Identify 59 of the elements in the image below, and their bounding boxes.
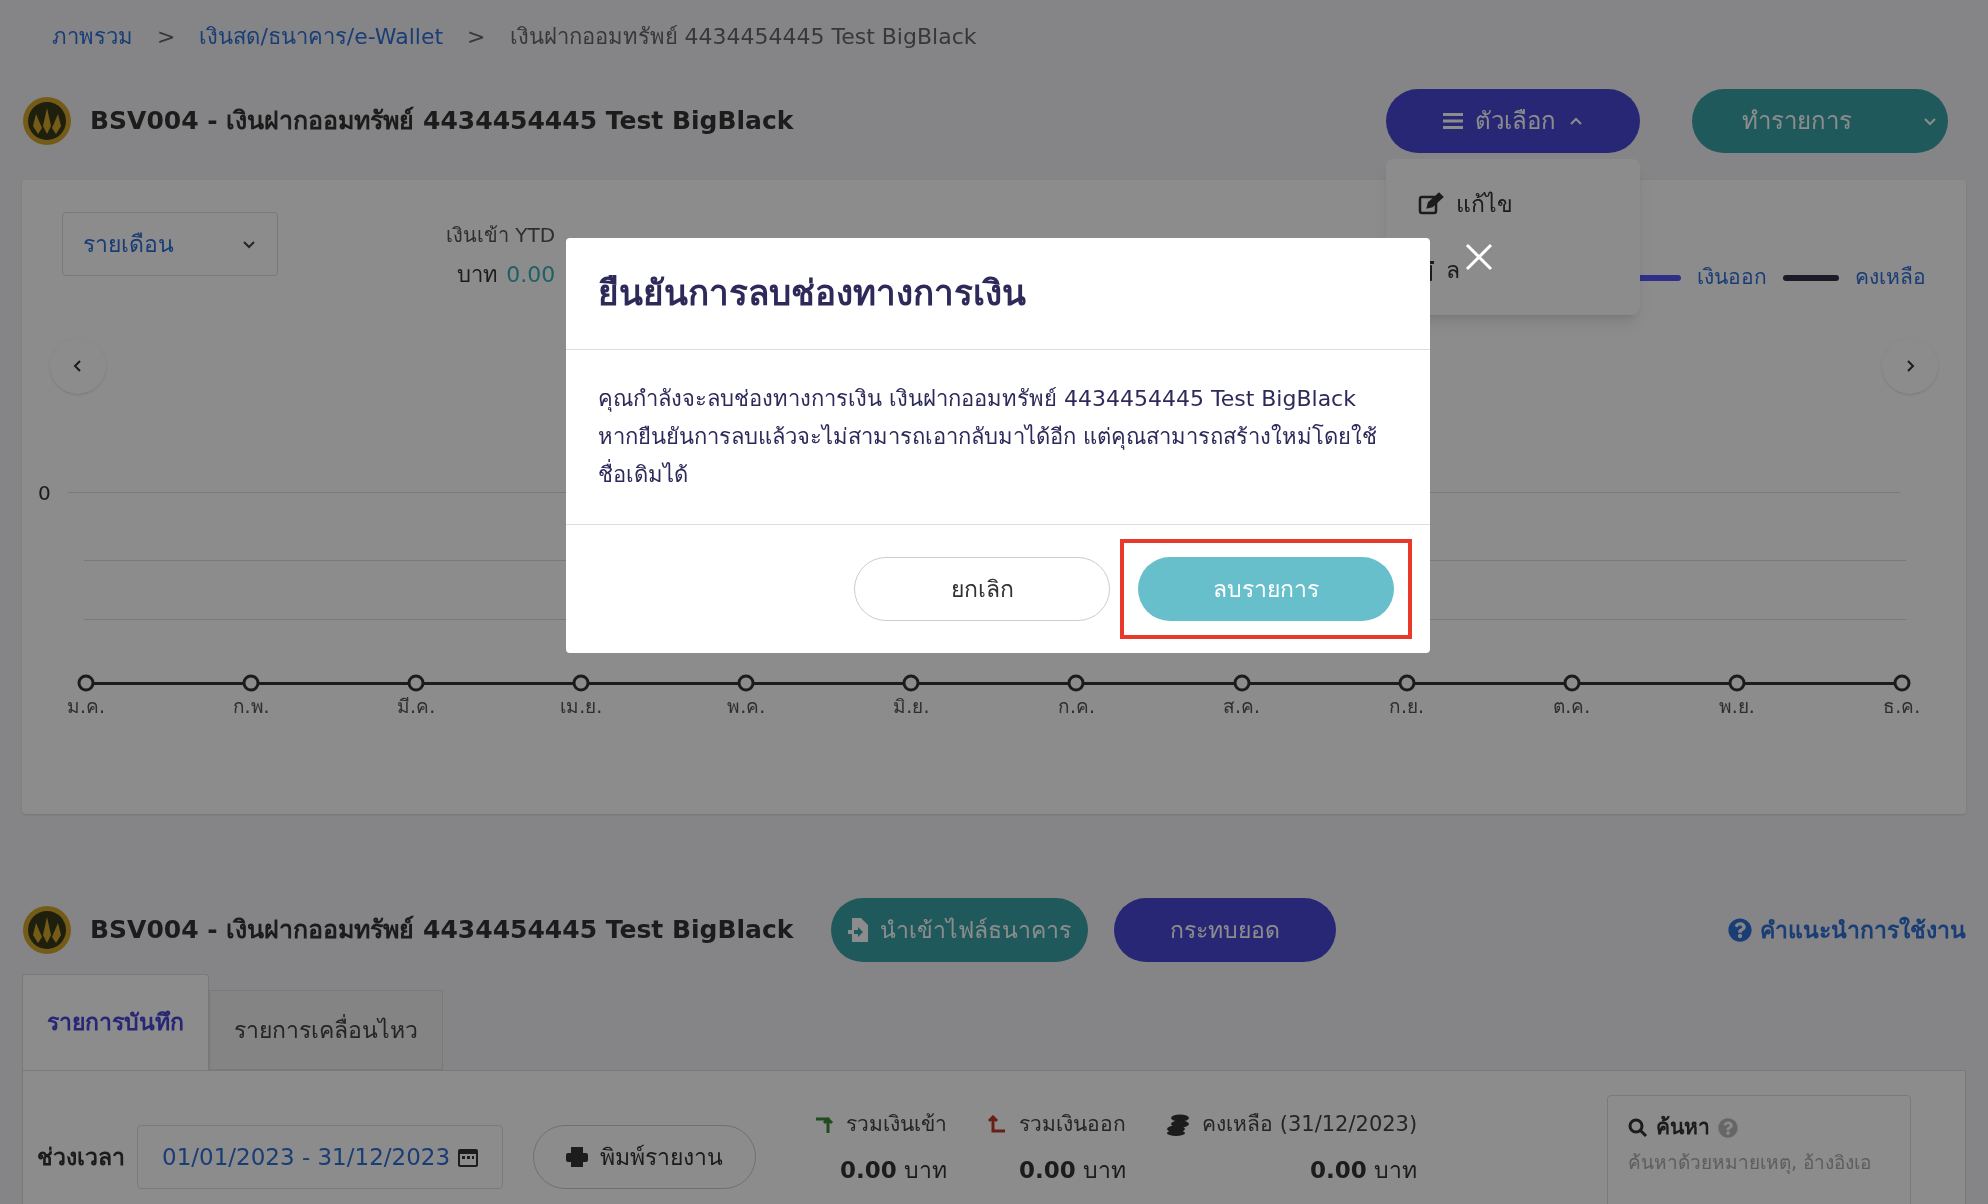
stat-label: คงเหลือ (31/12/2023) [1202, 1111, 1418, 1138]
help-link[interactable]: คำแนะนำการใช้งาน [1760, 912, 1966, 948]
month-label: พ.ค. [727, 693, 766, 719]
options-button[interactable]: ตัวเลือก [1386, 89, 1640, 153]
account-title: BSV004 - เงินฝากออมทรัพย์ 4434454445 Test BigBlack [90, 914, 794, 947]
tab[interactable]: รายการบันทึก [22, 974, 209, 1070]
ytd-value: 0.00 [506, 261, 556, 289]
breadcrumb-current: เงินฝากออมทรัพย์ 4434454445 Test BigBlack [509, 22, 977, 51]
y-axis-tick: 0 [38, 479, 52, 507]
close-icon [1464, 242, 1494, 272]
import-button[interactable]: นำเข้าไฟล์ธนาคาร [831, 898, 1089, 962]
file-import-icon [848, 918, 869, 942]
stat-label: รวมเงินออก [1019, 1111, 1127, 1138]
month-label: เม.ย. [560, 693, 603, 719]
period-select[interactable]: รายเดือน [62, 212, 278, 276]
month-label: ต.ค. [1553, 693, 1591, 719]
date-range-field[interactable]: 01/01/2023 - 31/12/2023 [137, 1125, 504, 1189]
month-label: ธ.ค. [1883, 693, 1921, 719]
legend-label: เงินออก [1697, 264, 1767, 291]
menu-icon [1442, 112, 1463, 130]
currency-label: บาท [457, 261, 499, 289]
bank-logo-icon [22, 96, 72, 146]
dialog-title: ยืนยันการลบช่องทางการเงิน [598, 272, 1026, 316]
bank-logo-icon [22, 905, 72, 955]
edit-icon [1418, 192, 1444, 216]
tab[interactable]: รายการเคลื่อนไหว [209, 990, 443, 1070]
reconcile-button[interactable]: กระทบยอด [1114, 898, 1337, 962]
stat-value: 0.00 บาท [840, 1155, 948, 1185]
stat-value: 0.00 บาท [1310, 1155, 1418, 1185]
help-icon [1718, 1117, 1738, 1138]
month-label: มิ.ย. [893, 693, 930, 719]
month-label: มี.ค. [397, 693, 436, 719]
stat-value: 0.00 บาท [1019, 1155, 1127, 1185]
coins-icon [1166, 1113, 1191, 1136]
help-icon [1728, 918, 1752, 942]
breadcrumb-link[interactable]: ภาพรวม [52, 19, 133, 53]
breadcrumb-link[interactable]: เงินสด/ธนาคาร/e-Wallet [199, 19, 444, 53]
month-label: พ.ย. [1718, 693, 1755, 719]
menu-item[interactable]: แก้ไข [1386, 171, 1640, 237]
stat-label: รวมเงินเข้า [846, 1111, 948, 1138]
month-label: ก.ค. [1057, 693, 1095, 719]
period-label: ช่วงเวลา [37, 1142, 125, 1172]
account-title: BSV004 - เงินฝากออมทรัพย์ 4434454445 Test BigBlack [90, 105, 794, 138]
month-label: ก.ย. [1389, 693, 1425, 719]
action-button[interactable]: ทำรายการ [1692, 89, 1948, 153]
legend-label: คงเหลือ [1855, 264, 1926, 291]
arrow-in-icon [814, 1114, 835, 1135]
delete-button[interactable]: ลบรายการ [1138, 557, 1394, 621]
month-label: ส.ค. [1223, 693, 1261, 719]
ytd-label: เงินเข้า YTD [446, 222, 556, 249]
arrow-out-icon [987, 1114, 1008, 1135]
month-label: ก.พ. [232, 693, 270, 719]
dialog-message: คุณกำลังจะลบช่องทางการเงิน เงินฝากออมทรัพย์ 4434454445 Test BigBlack หากยืนยันการลบแล้วจะไม่สามารถเอากลับมาได้อีก แต่คุณสามารถสร้างใหม่โดยใช้ชื่อเดิมได้ [598, 385, 1378, 489]
search-label: ค้นหา [1656, 1114, 1710, 1141]
breadcrumb-separator: > [467, 22, 486, 51]
month-label: ม.ค. [66, 693, 106, 719]
search-icon [1628, 1117, 1648, 1138]
breadcrumb-separator: > [157, 22, 176, 51]
calendar-icon [458, 1147, 479, 1167]
